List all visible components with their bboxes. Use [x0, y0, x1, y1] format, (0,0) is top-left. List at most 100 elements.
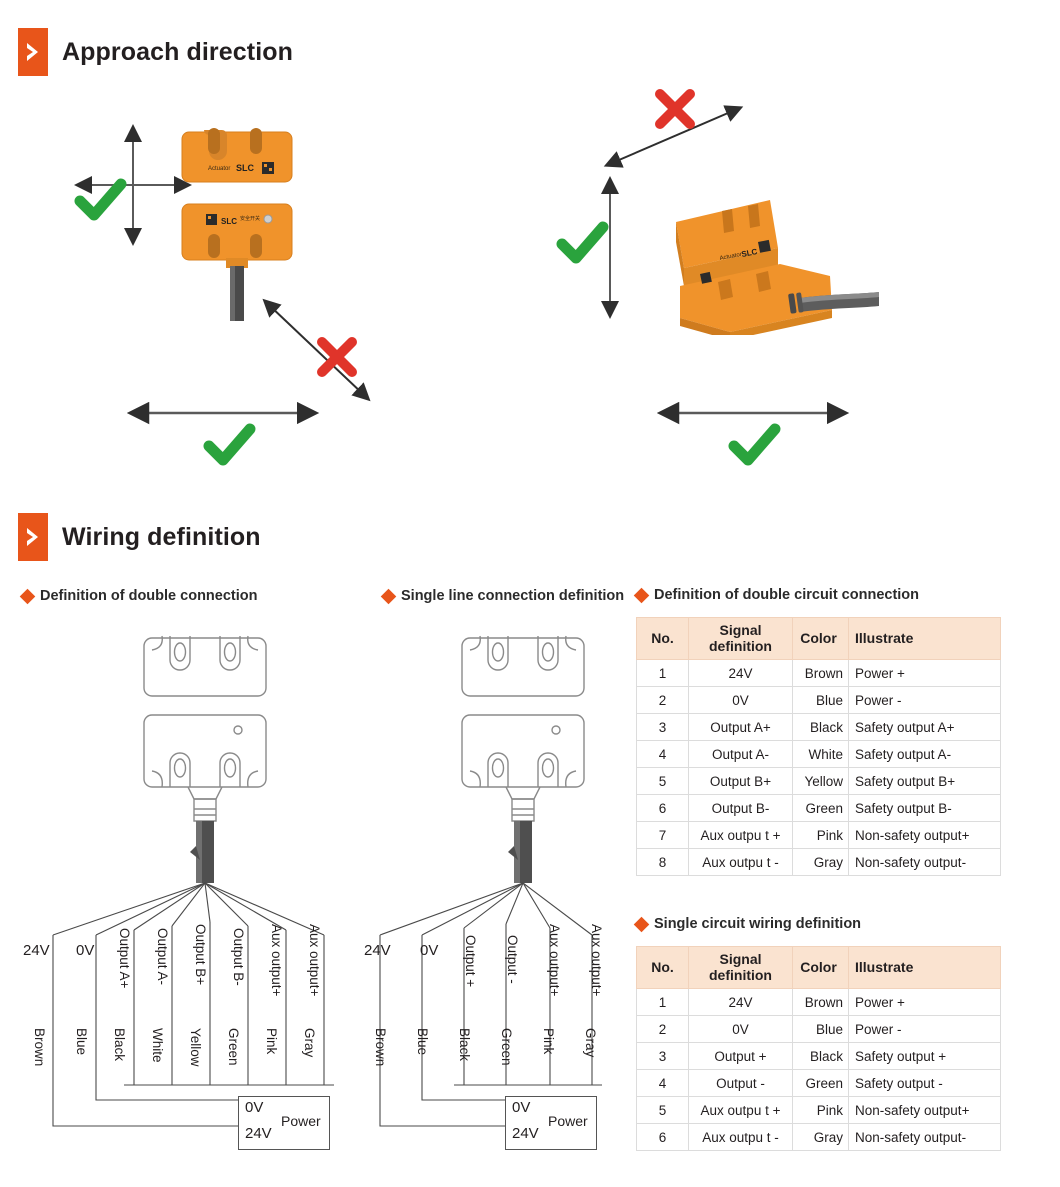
table-row: 1 24V Brown Power +: [636, 659, 1001, 687]
wire-signal-label: Aux output+: [269, 924, 284, 997]
wire-signal-label: Output B-: [231, 928, 246, 986]
cell-no: 4: [636, 740, 689, 768]
cell-illustrate: Safety output -: [848, 1069, 1001, 1097]
power-box-label: Power: [548, 1113, 588, 1129]
power-supply-box: 0V 24V Power: [505, 1096, 597, 1150]
section-header-approach: Approach direction: [18, 28, 293, 76]
cell-no: 6: [636, 794, 689, 822]
double-circuit-table: No. Signal definition Color Illustrate 1…: [636, 617, 1001, 876]
table-row: 6 Aux outpu t - Gray Non-safety output-: [636, 1123, 1001, 1151]
cell-no: 8: [636, 848, 689, 876]
subheader-double-circuit-table-label: Definition of double circuit connection: [654, 587, 920, 603]
wire-color-label: Green: [499, 1028, 514, 1066]
cell-color: White: [792, 740, 849, 768]
table-row: 8 Aux outpu t - Gray Non-safety output-: [636, 848, 1001, 876]
wire-signal-label: Output A-: [155, 928, 170, 986]
column-header-no: No.: [636, 946, 689, 989]
table-row: 4 Output - Green Safety output -: [636, 1069, 1001, 1097]
cell-illustrate: Safety output B-: [848, 794, 1001, 822]
cell-illustrate: Power -: [848, 1015, 1001, 1043]
cell-illustrate: Power +: [848, 659, 1001, 687]
subheader-double-connection-label: Definition of double connection: [40, 588, 258, 604]
column-header-signal-line1: Signal: [719, 950, 762, 967]
power-box-24v: 24V: [245, 1125, 272, 1142]
cell-illustrate: Safety output +: [848, 1042, 1001, 1070]
wiring-diagram-double: [52, 635, 334, 1127]
wire-color-label: Yellow: [188, 1028, 203, 1067]
wiring-diagram-single: [379, 635, 602, 1127]
table-row: 2 0V Blue Power -: [636, 1015, 1001, 1043]
wire-color-label: Gray: [583, 1028, 598, 1058]
cell-color: Pink: [792, 1096, 849, 1124]
power-box-0v: 0V: [245, 1099, 264, 1116]
page-title-approach: Approach direction: [62, 37, 293, 66]
subheader-single-connection-label: Single line connection definition: [401, 588, 625, 604]
cell-illustrate: Non-safety output-: [848, 1123, 1001, 1151]
product-photo-actuator-front: Actuator SLC: [181, 128, 293, 183]
cell-color: Pink: [792, 821, 849, 849]
wire-rail-label-0v: 0V: [420, 942, 439, 959]
cell-no: 5: [636, 767, 689, 795]
page-title-wiring: Wiring definition: [62, 522, 261, 551]
table-header-row: No. Signal definition Color Illustrate: [636, 946, 1001, 989]
cell-color: Blue: [792, 1015, 849, 1043]
wire-color-label: Black: [457, 1028, 472, 1062]
cell-illustrate: Non-safety output+: [848, 821, 1001, 849]
cell-no: 2: [636, 686, 689, 714]
cell-signal: Output +: [688, 1042, 793, 1070]
cell-no: 7: [636, 821, 689, 849]
table-row: 2 0V Blue Power -: [636, 686, 1001, 714]
double-circuit-table-body: 1 24V Brown Power + 2 0V Blue Power - 3 …: [636, 659, 1001, 876]
cell-color: Yellow: [792, 767, 849, 795]
svg-text:安全开关: 安全开关: [240, 215, 260, 222]
wire-signal-label: Aux output+: [547, 924, 562, 997]
svg-text:SLC: SLC: [221, 217, 237, 226]
chevron-right-badge-icon: [18, 28, 48, 76]
wire-color-label: Brown: [32, 1028, 47, 1067]
chevron-right-badge-icon: [18, 513, 48, 561]
cell-color: Black: [792, 713, 849, 741]
cell-color: Black: [792, 1042, 849, 1070]
cell-illustrate: Power +: [848, 988, 1001, 1016]
svg-text:Actuator: Actuator: [208, 166, 230, 172]
column-header-signal-line1: Signal: [719, 621, 762, 638]
cell-color: Blue: [792, 686, 849, 714]
cross-mark-icon: [317, 337, 357, 377]
wire-color-label: Pink: [264, 1028, 279, 1055]
column-header-illustrate: Illustrate: [848, 617, 1001, 660]
cell-color: Brown: [792, 659, 849, 687]
diamond-bullet-icon: [380, 588, 397, 605]
wire-color-label: Green: [226, 1028, 241, 1066]
column-header-signal-line2: definition: [709, 966, 772, 983]
column-header-signal: Signal definition: [688, 617, 793, 660]
cell-color: Green: [792, 794, 849, 822]
wire-signal-label: Output A+: [117, 928, 132, 989]
cell-signal: 24V: [688, 988, 793, 1016]
subheader-double-connection: Definition of double connection: [19, 586, 258, 608]
table-row: 6 Output B- Green Safety output B-: [636, 794, 1001, 822]
wire-rail-label-24v: 24V: [23, 942, 50, 959]
wire-rail-label-24v: 24V: [364, 942, 391, 959]
table-header-row: No. Signal definition Color Illustrate: [636, 617, 1001, 660]
table-row: 5 Aux outpu t + Pink Non-safety output+: [636, 1096, 1001, 1124]
wire-signal-label: Output +: [463, 935, 478, 988]
wire-signal-label: Output -: [505, 935, 520, 984]
column-header-illustrate: Illustrate: [848, 946, 1001, 989]
cell-illustrate: Power -: [848, 686, 1001, 714]
cell-illustrate: Non-safety output-: [848, 848, 1001, 876]
cell-color: Gray: [792, 848, 849, 876]
cell-signal: Output A-: [688, 740, 793, 768]
column-header-no: No.: [636, 617, 689, 660]
table-row: 5 Output B+ Yellow Safety output B+: [636, 767, 1001, 795]
cell-signal: 0V: [688, 686, 793, 714]
power-box-24v: 24V: [512, 1125, 539, 1142]
cell-color: Green: [792, 1069, 849, 1097]
check-mark-icon: [728, 423, 781, 466]
cell-signal: Output -: [688, 1069, 793, 1097]
table-row: 7 Aux outpu t + Pink Non-safety output+: [636, 821, 1001, 849]
wire-color-label: White: [150, 1028, 165, 1063]
column-header-color: Color: [792, 617, 849, 660]
subheader-double-circuit-table: Definition of double circuit connection: [633, 585, 920, 607]
cell-signal: 24V: [688, 659, 793, 687]
cell-no: 1: [636, 988, 689, 1016]
